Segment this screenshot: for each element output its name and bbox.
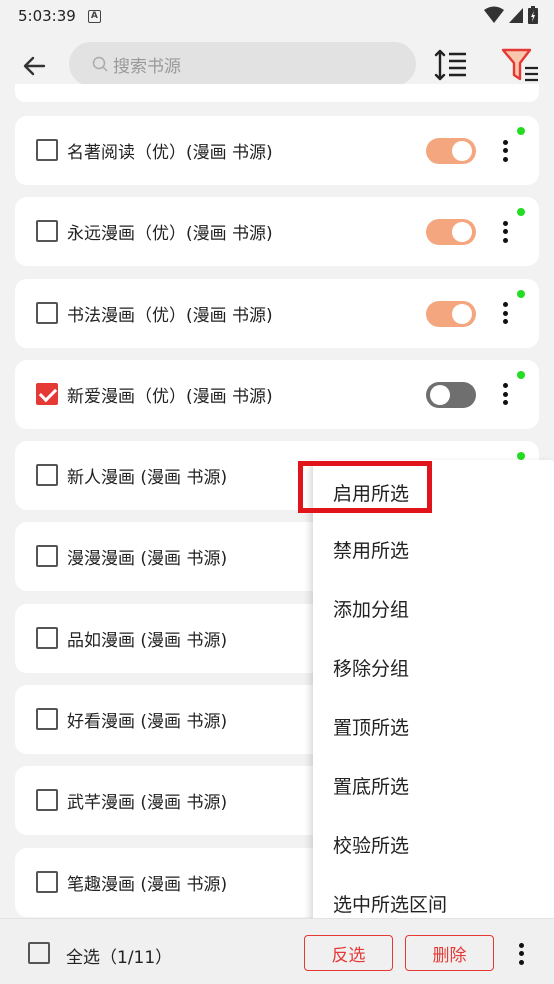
item-checkbox[interactable] — [36, 382, 58, 405]
menu-item-remove-group[interactable]: 移除分组 — [333, 654, 409, 681]
item-checkbox[interactable] — [36, 870, 58, 893]
a-notification-icon: A — [87, 9, 101, 23]
search-input[interactable]: 搜索书源 — [69, 42, 416, 86]
more-options-icon[interactable] — [497, 138, 513, 164]
menu-item-verify-selected[interactable]: 校验所选 — [333, 831, 409, 858]
item-checkbox[interactable] — [36, 220, 58, 243]
list-item[interactable]: 永远漫画（优）(漫画 书源) — [15, 197, 539, 267]
source-name: 书法漫画（优）(漫画 书源) — [67, 305, 273, 326]
menu-item-disable-selected[interactable]: 禁用所选 — [333, 536, 409, 563]
list-item[interactable]: 新爱漫画（优）(漫画 书源) — [15, 359, 539, 429]
item-checkbox[interactable] — [36, 789, 58, 812]
enable-toggle[interactable] — [426, 138, 476, 164]
wifi-icon — [484, 6, 504, 23]
list-item[interactable]: 书法漫画（优）(漫画 书源) — [15, 278, 539, 348]
select-all-label[interactable]: 全选（1/11） — [66, 943, 172, 968]
more-options-icon[interactable] — [497, 382, 513, 408]
status-bar: 5:03:39 A — [0, 0, 554, 32]
source-name: 漫漫漫画 (漫画 书源) — [67, 549, 228, 570]
menu-item-pin-top[interactable]: 置顶所选 — [333, 713, 409, 740]
highlight-box — [298, 461, 432, 513]
signal-icon — [509, 8, 523, 23]
back-arrow-icon[interactable] — [18, 50, 50, 82]
select-all-checkbox[interactable] — [28, 942, 50, 964]
source-name: 品如漫画 (漫画 书源) — [67, 630, 228, 651]
enable-toggle[interactable] — [426, 300, 476, 327]
source-name: 永远漫画（优）(漫画 书源) — [67, 224, 273, 245]
more-options-icon[interactable] — [513, 941, 529, 967]
source-name: 好看漫画 (漫画 书源) — [67, 712, 228, 733]
delete-button[interactable]: 删除 — [405, 935, 494, 971]
enable-toggle[interactable] — [426, 381, 476, 408]
search-icon — [92, 56, 108, 72]
filter-icon[interactable] — [500, 46, 540, 84]
menu-item-pin-bottom[interactable]: 置底所选 — [333, 772, 409, 799]
item-checkbox[interactable] — [36, 708, 58, 731]
status-dot — [517, 127, 525, 135]
list-item[interactable]: 名著阅读（优）(漫画 书源) — [15, 116, 539, 185]
source-name: 笔趣漫画 (漫画 书源) — [67, 874, 228, 895]
source-name: 新人漫画 (漫画 书源) — [67, 468, 228, 489]
source-name: 名著阅读（优）(漫画 书源) — [67, 143, 273, 163]
menu-item-select-range[interactable]: 选中所选区间 — [333, 890, 447, 917]
sort-icon[interactable] — [433, 48, 469, 82]
enable-toggle[interactable] — [426, 219, 476, 246]
invert-selection-button[interactable]: 反选 — [304, 935, 393, 971]
battery-icon — [528, 6, 538, 24]
previous-card-edge — [15, 84, 539, 102]
item-checkbox[interactable] — [36, 139, 58, 161]
status-dot — [517, 370, 525, 379]
item-checkbox[interactable] — [36, 626, 58, 649]
more-options-icon[interactable] — [497, 301, 513, 327]
menu-item-add-group[interactable]: 添加分组 — [333, 595, 409, 622]
status-time: 5:03:39 — [18, 7, 76, 25]
search-placeholder: 搜索书源 — [113, 56, 181, 77]
status-icons — [484, 6, 538, 24]
batch-action-menu: 启用所选 禁用所选 添加分组 移除分组 置顶所选 置底所选 校验所选 选中所选区… — [313, 460, 554, 930]
item-checkbox[interactable] — [36, 464, 58, 487]
status-dot — [517, 208, 525, 217]
status-dot — [517, 452, 525, 461]
more-options-icon[interactable] — [497, 219, 513, 245]
bottom-action-bar: 全选（1/11） 反选 删除 — [0, 918, 554, 984]
source-name: 武芊漫画 (漫画 书源) — [67, 793, 228, 814]
item-checkbox[interactable] — [36, 545, 58, 568]
status-dot — [517, 289, 525, 298]
item-checkbox[interactable] — [36, 301, 58, 324]
source-name: 新爱漫画（优）(漫画 书源) — [67, 386, 273, 407]
